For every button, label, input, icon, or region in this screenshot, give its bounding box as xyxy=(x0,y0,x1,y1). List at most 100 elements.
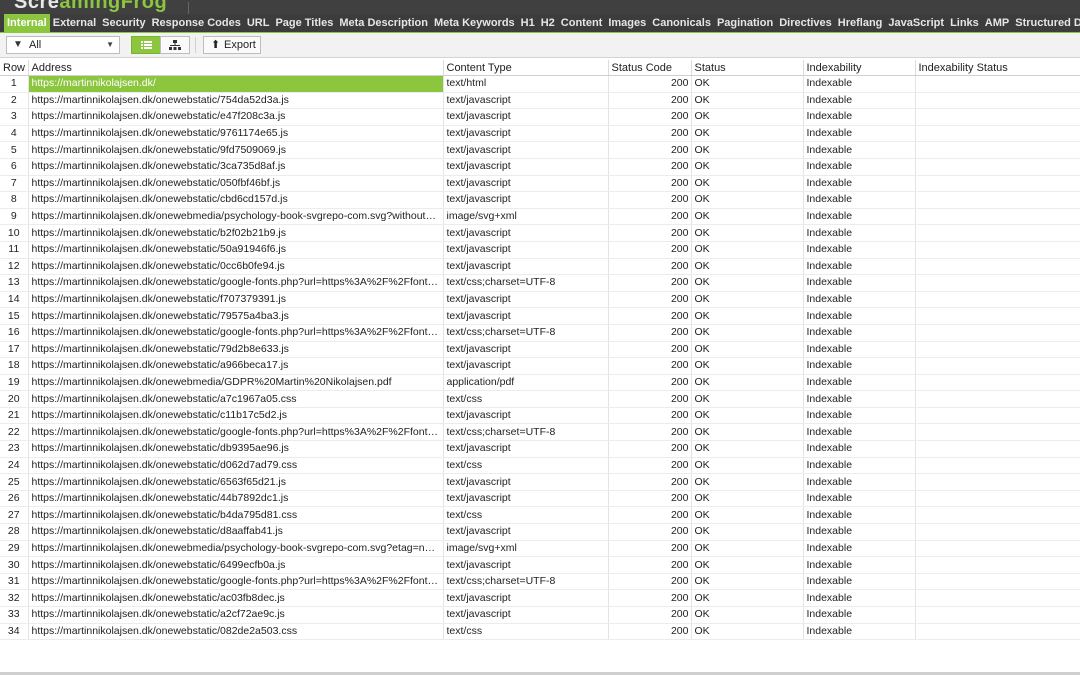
table-row[interactable]: 22 https://martinnikolajsen.dk/onewebstat… xyxy=(0,423,1080,442)
indexability-status-cell xyxy=(915,341,1080,359)
status-code-cell: 200 xyxy=(608,258,692,276)
column-header-status[interactable]: Status xyxy=(691,60,804,76)
table-row[interactable]: 24 https://martinnikolajsen.dk/onewebstat… xyxy=(0,457,1080,475)
column-header-address[interactable]: Address xyxy=(28,60,444,76)
tab-content[interactable]: Content xyxy=(558,14,606,32)
indexability-cell: Indexable xyxy=(803,490,916,508)
table-row[interactable]: 9 https://martinnikolajsen.dk/onewebmedia… xyxy=(0,208,1080,226)
tab-structured-data[interactable]: Structured Data xyxy=(1012,14,1080,32)
table-row[interactable]: 16 https://martinnikolajsen.dk/onewebstat… xyxy=(0,324,1080,342)
address-cell: https://martinnikolajsen.dk/onewebstatic… xyxy=(28,158,444,176)
table-row[interactable]: 27 https://martinnikolajsen.dk/onewebstat… xyxy=(0,506,1080,525)
toolbar: ▼ All ▼ ⬆ Export xyxy=(0,33,1080,58)
tab-external[interactable]: External xyxy=(50,14,99,32)
tree-view-button[interactable] xyxy=(160,36,190,54)
table-row[interactable]: 3 https://martinnikolajsen.dk/onewebstati… xyxy=(0,108,1080,126)
status-cell: OK xyxy=(691,191,804,209)
tab-internal[interactable]: Internal xyxy=(4,14,50,32)
tab-meta-description[interactable]: Meta Description xyxy=(336,14,431,32)
status-code-cell: 200 xyxy=(608,324,692,342)
table-row[interactable]: 10 https://martinnikolajsen.dk/onewebstat… xyxy=(0,224,1080,242)
table-row[interactable]: 23 https://martinnikolajsen.dk/onewebstat… xyxy=(0,440,1080,458)
content-type-cell: text/css;charset=UTF-8 xyxy=(443,573,609,591)
tab-javascript[interactable]: JavaScript xyxy=(885,14,947,32)
indexability-status-cell xyxy=(915,241,1080,259)
filter-dropdown[interactable]: ▼ All ▼ xyxy=(6,36,120,54)
table-row[interactable]: 26 https://martinnikolajsen.dk/onewebstat… xyxy=(0,490,1080,508)
tab-meta-keywords[interactable]: Meta Keywords xyxy=(431,14,518,32)
table-row[interactable]: 11 https://martinnikolajsen.dk/onewebstat… xyxy=(0,241,1080,259)
table-row[interactable]: 19 https://martinnikolajsen.dk/onewebmedi… xyxy=(0,374,1080,392)
table-row[interactable]: 7 https://martinnikolajsen.dk/onewebstati… xyxy=(0,175,1080,193)
tab-h2[interactable]: H2 xyxy=(538,14,558,32)
table-row[interactable]: 8 https://martinnikolajsen.dk/onewebstati… xyxy=(0,191,1080,209)
funnel-icon: ▼ xyxy=(13,39,23,50)
column-header-row[interactable]: Row xyxy=(0,60,29,76)
table-row[interactable]: 33 https://martinnikolajsen.dk/onewebstat… xyxy=(0,606,1080,624)
table-row[interactable]: 4 https://martinnikolajsen.dk/onewebstati… xyxy=(0,125,1080,143)
tab-page-titles[interactable]: Page Titles xyxy=(272,14,336,32)
table-row[interactable]: 34 https://martinnikolajsen.dk/onewebstat… xyxy=(0,623,1080,641)
status-code-cell: 200 xyxy=(608,191,692,209)
table-row[interactable]: 20 https://martinnikolajsen.dk/onewebstat… xyxy=(0,390,1080,408)
indexability-cell: Indexable xyxy=(803,606,916,624)
table-row[interactable]: 5 https://martinnikolajsen.dk/onewebstati… xyxy=(0,141,1080,159)
status-cell: OK xyxy=(691,407,804,425)
column-header-status-code[interactable]: Status Code xyxy=(608,60,692,76)
address-cell: https://martinnikolajsen.dk/onewebstatic… xyxy=(28,191,444,209)
table-row[interactable]: 2 https://martinnikolajsen.dk/onewebstati… xyxy=(0,92,1080,110)
tab-h1[interactable]: H1 xyxy=(518,14,538,32)
table-row[interactable]: 30 https://martinnikolajsen.dk/onewebstat… xyxy=(0,556,1080,574)
status-cell: OK xyxy=(691,357,804,375)
export-button[interactable]: ⬆ Export xyxy=(203,36,261,54)
indexability-cell: Indexable xyxy=(803,374,916,392)
table-row[interactable]: 28 https://martinnikolajsen.dk/onewebstat… xyxy=(0,523,1080,541)
status-cell: OK xyxy=(691,374,804,392)
tab-response-codes[interactable]: Response Codes xyxy=(149,14,244,32)
table-row[interactable]: 32 https://martinnikolajsen.dk/onewebstat… xyxy=(0,589,1080,607)
tab-security[interactable]: Security xyxy=(99,14,148,32)
status-cell: OK xyxy=(691,506,804,525)
tab-images[interactable]: Images xyxy=(605,14,649,32)
status-cell: OK xyxy=(691,324,804,342)
list-view-button[interactable] xyxy=(131,36,161,54)
tab-links[interactable]: Links xyxy=(947,14,982,32)
upload-icon: ⬆ xyxy=(211,39,221,51)
indexability-cell: Indexable xyxy=(803,407,916,425)
row-number: 24 xyxy=(0,457,29,475)
table-row[interactable]: 18 https://martinnikolajsen.dk/onewebstat… xyxy=(0,357,1080,375)
tab-amp[interactable]: AMP xyxy=(982,14,1012,32)
table-row[interactable]: 15 https://martinnikolajsen.dk/onewebstat… xyxy=(0,307,1080,325)
table-row[interactable]: 17 https://martinnikolajsen.dk/onewebstat… xyxy=(0,341,1080,359)
status-code-cell: 200 xyxy=(608,241,692,259)
row-number: 27 xyxy=(0,506,29,525)
column-header-indexability-status[interactable]: Indexability Status xyxy=(915,60,1080,76)
indexability-status-cell xyxy=(915,158,1080,176)
table-row[interactable]: 13 https://martinnikolajsen.dk/onewebstat… xyxy=(0,274,1080,292)
tab-pagination[interactable]: Pagination xyxy=(714,14,776,32)
column-header-indexability[interactable]: Indexability xyxy=(803,60,916,76)
table-row[interactable]: 6 https://martinnikolajsen.dk/onewebstati… xyxy=(0,158,1080,176)
table-row[interactable]: 25 https://martinnikolajsen.dk/onewebstat… xyxy=(0,473,1080,491)
table-row[interactable]: 1 https://martinnikolajsen.dk/text/html 20… xyxy=(0,75,1080,93)
status-code-cell: 200 xyxy=(608,407,692,425)
table-row[interactable]: 31 https://martinnikolajsen.dk/onewebstat… xyxy=(0,573,1080,591)
tab-directives[interactable]: Directives xyxy=(776,14,835,32)
row-number: 28 xyxy=(0,523,29,541)
tab-hreflang[interactable]: Hreflang xyxy=(835,14,886,32)
indexability-status-cell xyxy=(915,374,1080,392)
row-number: 30 xyxy=(0,556,29,574)
status-cell: OK xyxy=(691,92,804,110)
tree-view-icon xyxy=(169,40,181,50)
table-row[interactable]: 12 https://martinnikolajsen.dk/onewebstat… xyxy=(0,258,1080,276)
table-row[interactable]: 29 https://martinnikolajsen.dk/onewebmedi… xyxy=(0,540,1080,558)
column-header-content-type[interactable]: Content Type xyxy=(443,60,609,76)
tab-canonicals[interactable]: Canonicals xyxy=(649,14,714,32)
status-code-cell: 200 xyxy=(608,556,692,574)
content-type-cell: text/javascript xyxy=(443,606,609,624)
table-row[interactable]: 14 https://martinnikolajsen.dk/onewebstat… xyxy=(0,291,1080,309)
tab-url[interactable]: URL xyxy=(244,14,273,32)
table-row[interactable]: 21 https://martinnikolajsen.dk/onewebstat… xyxy=(0,407,1080,425)
status-code-cell: 200 xyxy=(608,390,692,408)
indexability-status-cell xyxy=(915,423,1080,442)
